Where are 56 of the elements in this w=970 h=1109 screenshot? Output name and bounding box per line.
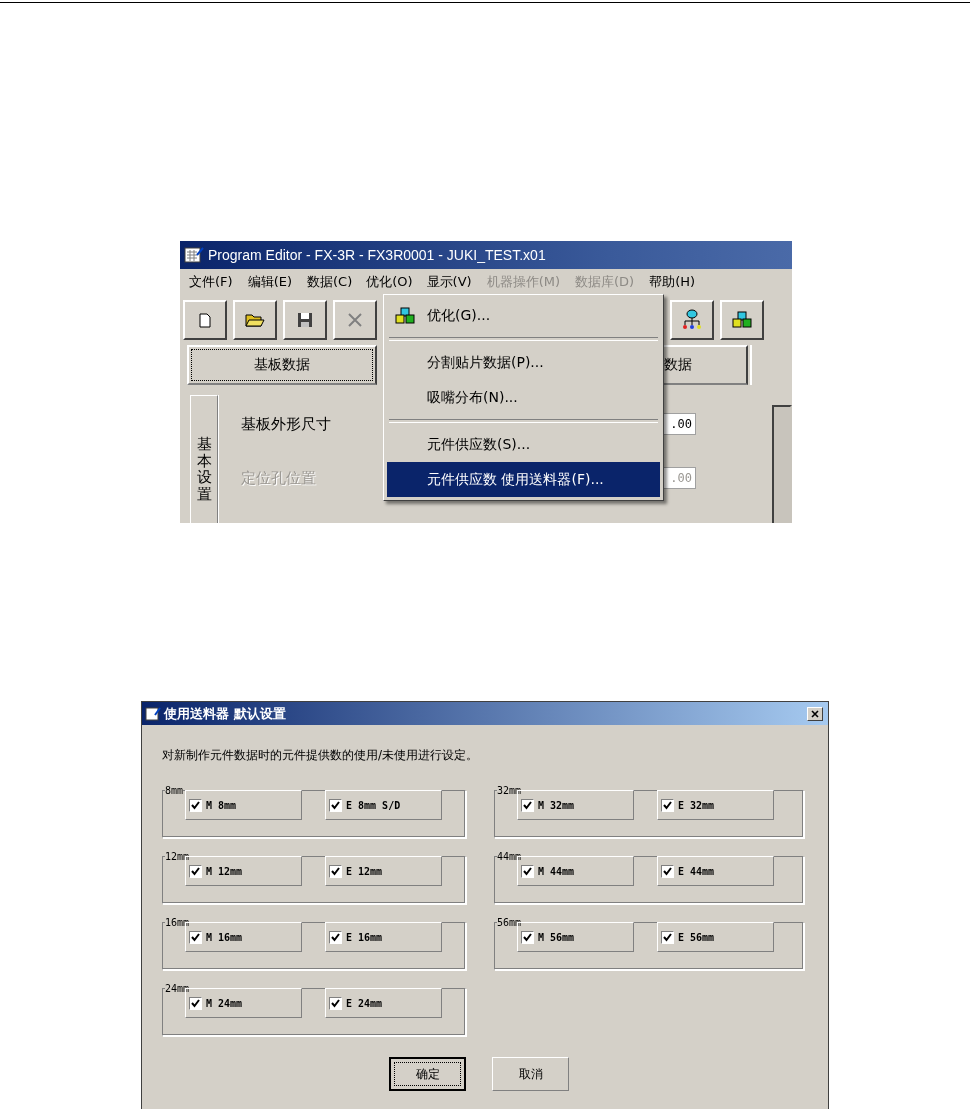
checkbox[interactable] bbox=[329, 798, 342, 812]
close-icon bbox=[811, 709, 819, 718]
checkbox-option[interactable]: E 56mm bbox=[657, 922, 774, 952]
app-icon bbox=[145, 705, 161, 722]
menu-item[interactable]: 编辑(E) bbox=[241, 270, 298, 294]
checkbox[interactable] bbox=[521, 798, 534, 812]
group-title: 8mm bbox=[165, 785, 184, 796]
menu-item[interactable]: 优化(O) bbox=[361, 271, 418, 293]
dialog-title: 使用送料器 默认设置 bbox=[164, 704, 287, 723]
side-tab[interactable]: 基本设置 bbox=[190, 395, 218, 523]
optimize-button[interactable] bbox=[720, 300, 764, 340]
checkbox[interactable] bbox=[189, 864, 202, 878]
page-icon bbox=[199, 312, 211, 328]
checkbox[interactable] bbox=[189, 930, 202, 944]
cancel-button[interactable]: 取消 bbox=[492, 1057, 569, 1091]
folder-icon bbox=[245, 312, 265, 328]
checkbox-option[interactable]: E 44mm bbox=[657, 856, 774, 886]
menu-item[interactable]: 帮助(H) bbox=[643, 270, 702, 294]
checkbox-option[interactable]: E 16mm bbox=[325, 922, 442, 952]
checkbox-option[interactable]: E 8mm S/D bbox=[325, 790, 442, 820]
checkbox[interactable] bbox=[661, 864, 674, 878]
checkbox[interactable] bbox=[521, 930, 534, 944]
ok-button[interactable]: 确定 bbox=[389, 1057, 466, 1091]
checkbox-option[interactable]: E 12mm bbox=[325, 856, 442, 886]
checkbox[interactable] bbox=[329, 864, 342, 878]
checkbox[interactable] bbox=[329, 996, 342, 1010]
checkbox-option[interactable]: M 8mm bbox=[185, 790, 302, 820]
hierarchy-icon bbox=[681, 309, 703, 331]
close-button[interactable] bbox=[807, 706, 823, 721]
cross-icon bbox=[347, 312, 363, 328]
window-title: Program Editor - FX-3R - FX3R0001 - JUKI_TEST.x01 bbox=[208, 247, 546, 263]
save-button[interactable] bbox=[283, 300, 327, 340]
app-icon bbox=[184, 246, 204, 264]
open-folder-button[interactable] bbox=[233, 300, 277, 340]
checkbox[interactable] bbox=[329, 930, 342, 944]
checkbox[interactable] bbox=[521, 864, 534, 878]
field-label: 基板外形尺寸 bbox=[241, 414, 331, 434]
menu-item[interactable]: 元件供应数 使用送料器(F)... bbox=[387, 462, 660, 497]
checkbox[interactable] bbox=[661, 930, 674, 944]
checkbox[interactable] bbox=[189, 996, 202, 1010]
cut-button[interactable] bbox=[333, 300, 377, 340]
checkbox[interactable] bbox=[189, 798, 202, 812]
menu-item[interactable]: 文件(F) bbox=[183, 270, 239, 294]
tree-button[interactable] bbox=[670, 300, 714, 340]
menu-item[interactable]: 优化(G)... bbox=[387, 298, 660, 333]
menu-item[interactable]: 元件供应数(S)... bbox=[387, 427, 660, 462]
checkbox-option[interactable]: E 24mm bbox=[325, 988, 442, 1018]
instruction-text: 对新制作元件数据时的元件提供数的使用/未使用进行设定。 bbox=[162, 747, 480, 764]
checkbox-option[interactable]: E 32mm bbox=[657, 790, 774, 820]
cubes-icon bbox=[732, 311, 752, 329]
checkbox[interactable] bbox=[661, 798, 674, 812]
cubes-icon bbox=[395, 306, 415, 325]
tab[interactable]: 基板数据 bbox=[187, 345, 377, 385]
menu-item[interactable]: 显示(V) bbox=[420, 270, 478, 294]
menu-item[interactable]: 数据(C) bbox=[301, 270, 359, 294]
new-file-button[interactable] bbox=[183, 300, 227, 340]
